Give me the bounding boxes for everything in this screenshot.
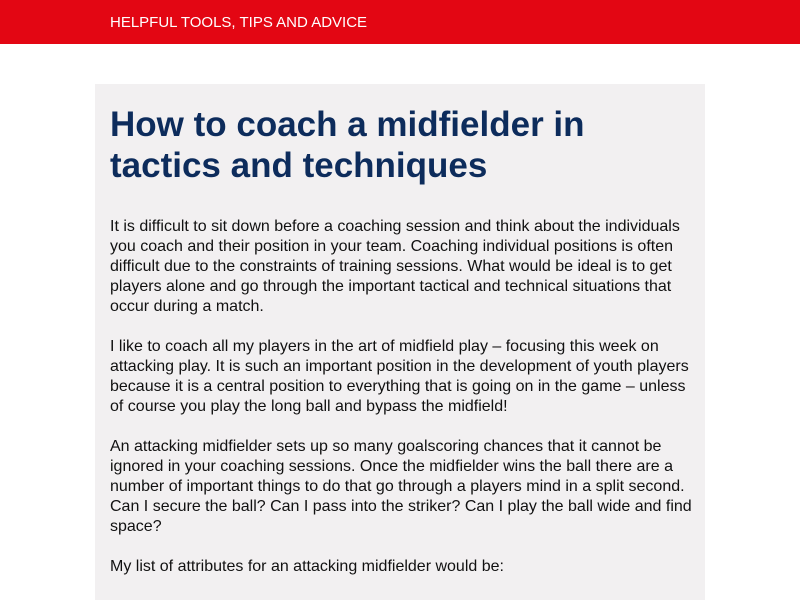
article-card: How to coach a midfielder in tactics and… xyxy=(95,84,705,600)
banner-tagline: HELPFUL TOOLS, TIPS AND ADVICE xyxy=(110,14,368,31)
article-paragraph-2: I like to coach all my players in the ar… xyxy=(110,338,689,415)
article-paragraph-3: An attacking midfielder sets up so many … xyxy=(110,438,692,535)
top-banner: HELPFUL TOOLS, TIPS AND ADVICE xyxy=(0,0,800,44)
article-paragraph-4: My list of attributes for an attacking m… xyxy=(110,558,504,575)
article-body: It is difficult to sit down before a coa… xyxy=(110,217,695,597)
article-title: How to coach a midfielder in tactics and… xyxy=(110,105,585,185)
article-paragraph-1: It is difficult to sit down before a coa… xyxy=(110,218,680,315)
